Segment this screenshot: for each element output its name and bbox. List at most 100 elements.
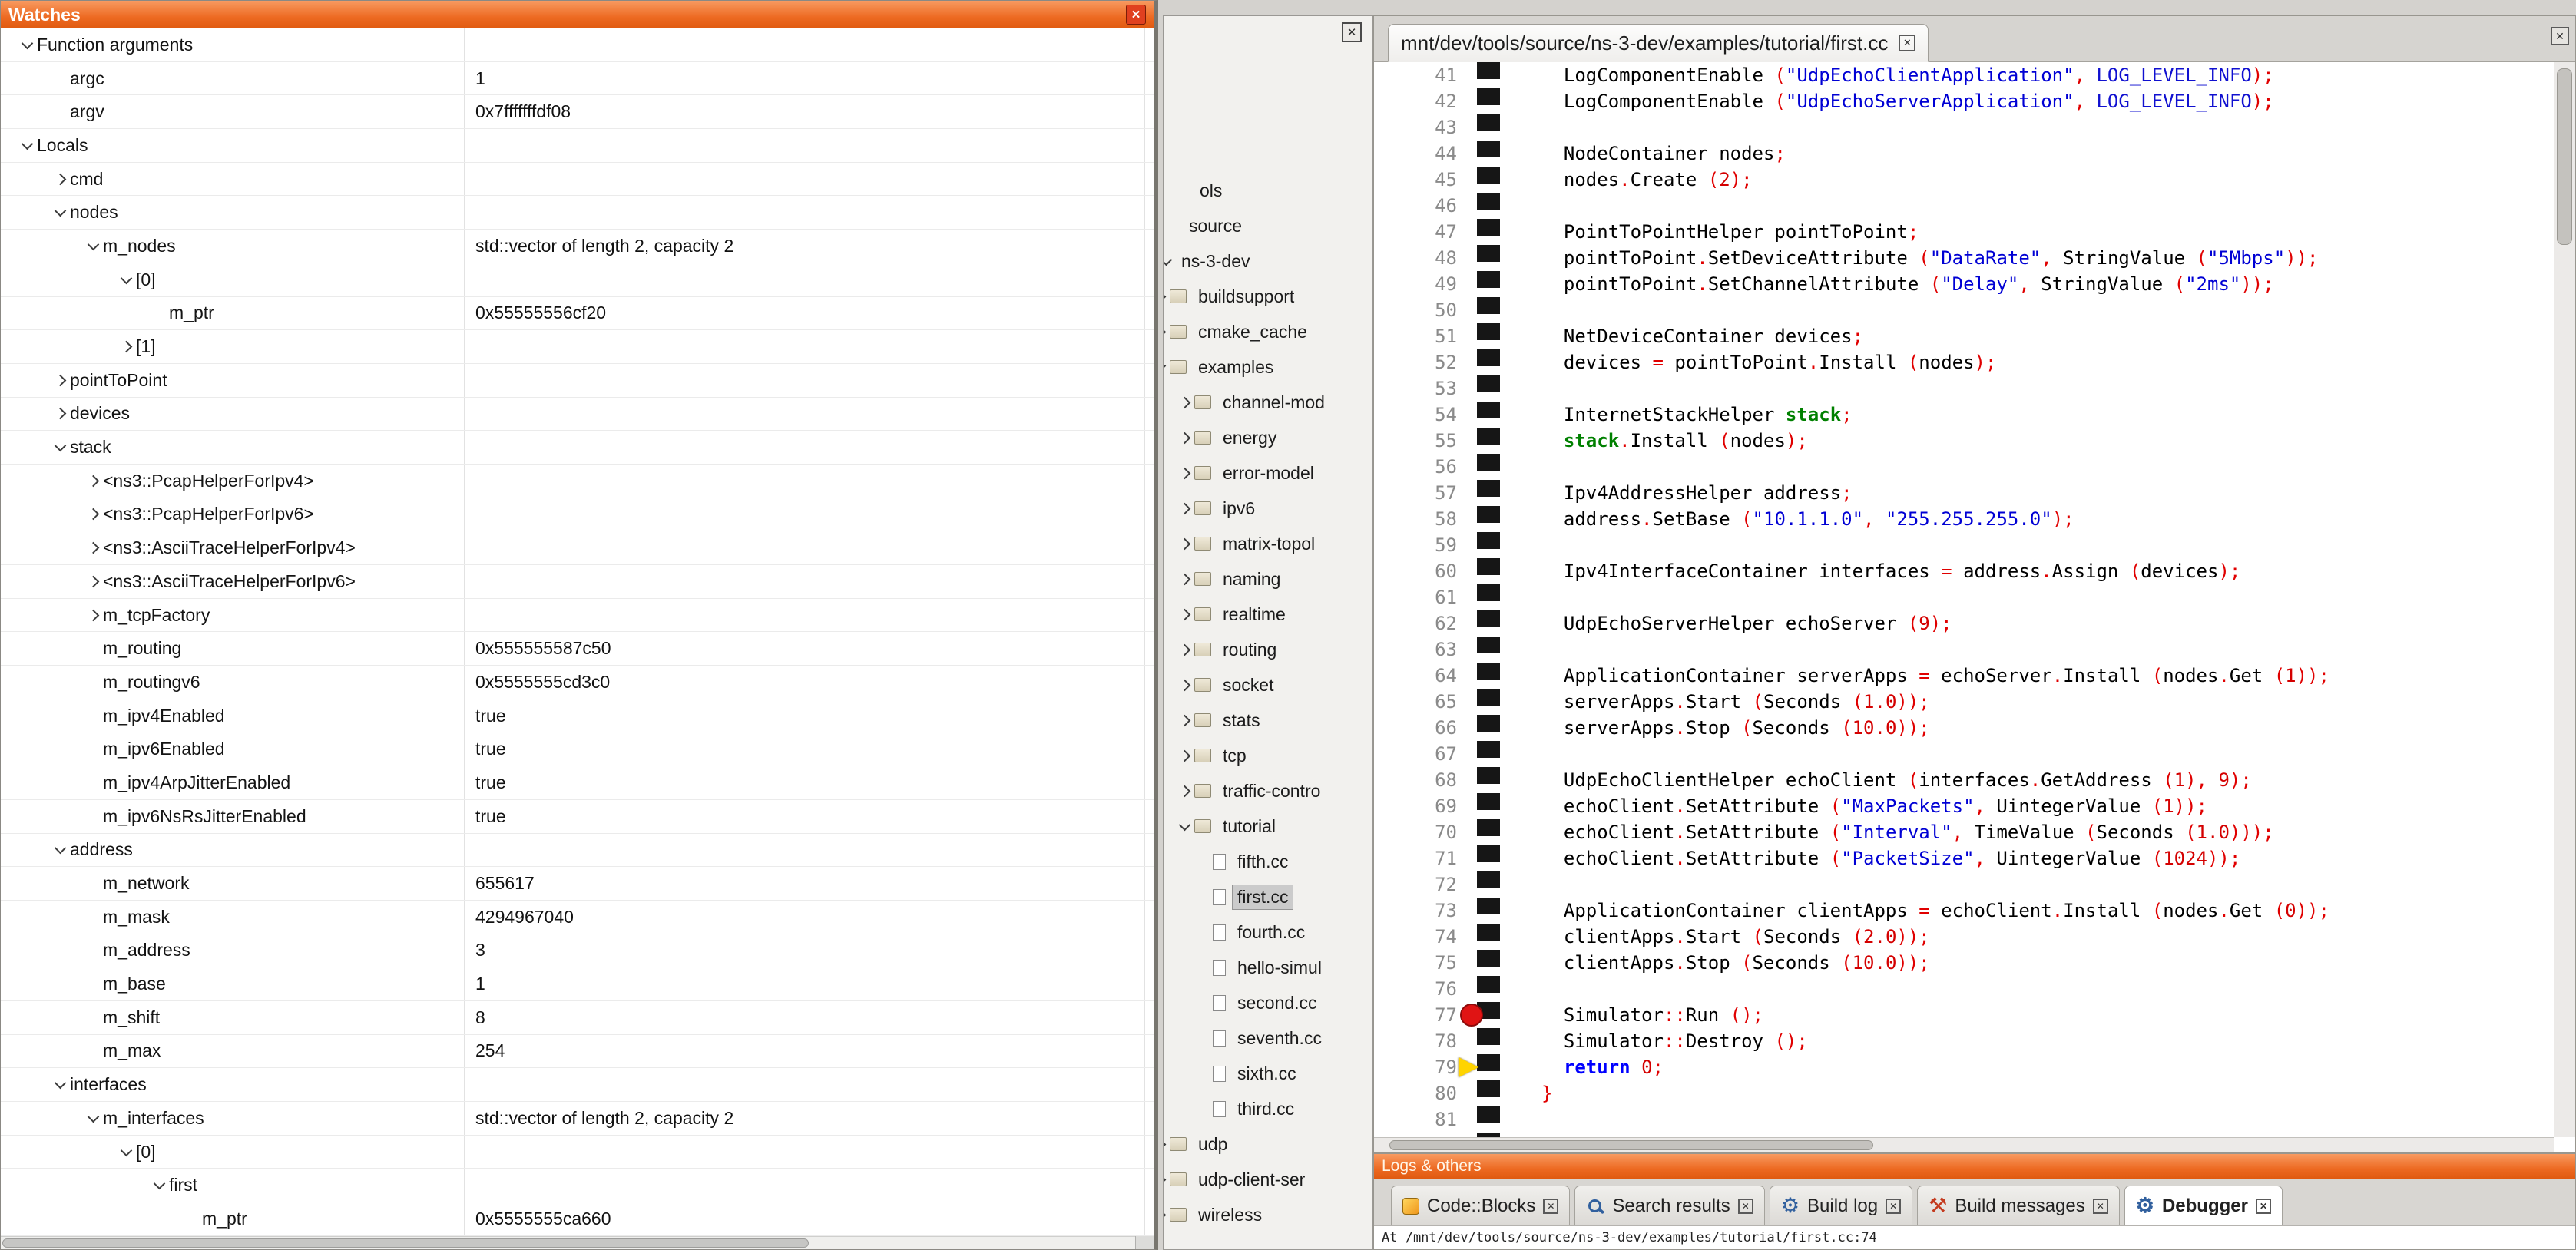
code-line[interactable]: 67 [1374, 741, 2554, 767]
chevron-right-icon[interactable] [54, 173, 66, 185]
line-number[interactable]: 81 [1374, 1106, 1477, 1133]
breakpoint-icon[interactable] [1460, 1004, 1483, 1027]
line-number[interactable]: 75 [1374, 950, 1477, 976]
code-line[interactable]: 71 echoClient.SetAttribute ("PacketSize"… [1374, 845, 2554, 871]
chevron-right-icon[interactable] [1164, 1173, 1166, 1186]
watches-close-button[interactable]: ✕ [1126, 5, 1146, 25]
code-line[interactable]: 45 nodes.Create (2); [1374, 167, 2554, 193]
tree-item[interactable]: tcp [1174, 738, 1372, 773]
chevron-down-icon[interactable] [87, 1111, 99, 1123]
watch-row[interactable]: m_ipv6Enabledtrue [1, 732, 1154, 766]
code-line[interactable]: 77 Simulator::Run (); [1374, 1002, 2554, 1028]
tab-close-icon[interactable]: ✕ [1886, 1199, 1901, 1214]
chevron-right-icon[interactable] [87, 542, 99, 554]
line-number[interactable]: 70 [1374, 819, 1477, 845]
code-line[interactable]: 41 LogComponentEnable ("UdpEchoClientApp… [1374, 62, 2554, 88]
line-number[interactable]: 80 [1374, 1080, 1477, 1106]
tree-item[interactable]: fifth.cc [1213, 844, 1372, 879]
tree-item[interactable]: error-model [1174, 455, 1372, 491]
watch-row[interactable]: m_ptr0x5555555ca660 [1, 1202, 1154, 1236]
code-line[interactable]: 78 Simulator::Destroy (); [1374, 1028, 2554, 1054]
watch-row[interactable]: devices [1, 398, 1154, 432]
code-line[interactable]: 66 serverApps.Stop (Seconds (10.0)); [1374, 715, 2554, 741]
chevron-down-icon[interactable] [87, 239, 99, 251]
watch-row[interactable]: m_ipv4ArpJitterEnabledtrue [1, 766, 1154, 800]
tab-close-icon[interactable]: ✕ [2256, 1199, 2271, 1214]
code-line[interactable]: 52 devices = pointToPoint.Install (nodes… [1374, 349, 2554, 375]
code-line[interactable]: 79 return 0; [1374, 1054, 2554, 1080]
watch-row[interactable]: m_shift8 [1, 1001, 1154, 1035]
watch-row[interactable]: m_mask4294967040 [1, 901, 1154, 934]
watch-row[interactable]: nodes [1, 196, 1154, 230]
watch-row[interactable]: Locals [1, 129, 1154, 163]
code-line[interactable]: 47 PointToPointHelper pointToPoint; [1374, 219, 2554, 245]
line-number[interactable]: 67 [1374, 741, 1477, 767]
code-line[interactable]: 63 [1374, 637, 2554, 663]
chevron-right-icon[interactable] [1178, 432, 1190, 444]
watch-row[interactable]: cmd [1, 163, 1154, 197]
watch-row[interactable]: <ns3::AsciiTraceHelperForIpv4> [1, 531, 1154, 565]
scrollbar-thumb[interactable] [1389, 1140, 1873, 1150]
line-number[interactable]: 43 [1374, 114, 1477, 141]
tree-item[interactable]: udp-client-ser [1164, 1162, 1372, 1197]
tree-item[interactable]: channel-mod [1174, 385, 1372, 420]
chevron-down-icon[interactable] [21, 138, 33, 150]
tree-item[interactable]: udp [1164, 1126, 1372, 1162]
watch-row[interactable]: <ns3::PcapHelperForIpv6> [1, 498, 1154, 532]
tab-close-icon[interactable]: ✕ [1899, 35, 1915, 51]
chevron-right-icon[interactable] [1178, 537, 1190, 550]
tree-item[interactable]: fourth.cc [1213, 914, 1372, 950]
line-number[interactable]: 51 [1374, 323, 1477, 349]
watch-row[interactable]: first [1, 1169, 1154, 1202]
line-number[interactable]: 54 [1374, 402, 1477, 428]
watches-titlebar[interactable]: Watches ✕ [1, 1, 1154, 28]
log-tab-debugger[interactable]: ⚙Debugger✕ [2124, 1186, 2283, 1225]
chevron-down-icon[interactable] [1178, 818, 1190, 831]
tree-item[interactable]: traffic-contro [1174, 773, 1372, 809]
watch-row[interactable]: m_ptr0x55555556cf20 [1, 297, 1154, 331]
chevron-right-icon[interactable] [1164, 326, 1166, 338]
watch-row[interactable]: Function arguments [1, 28, 1154, 62]
chevron-down-icon[interactable] [120, 272, 132, 284]
line-number[interactable]: 41 [1374, 62, 1477, 88]
chevron-down-icon[interactable] [54, 440, 66, 452]
watch-row[interactable]: m_nodesstd::vector of length 2, capacity… [1, 230, 1154, 263]
tab-close-icon[interactable]: ✕ [1543, 1199, 1558, 1214]
chevron-right-icon[interactable] [1178, 467, 1190, 479]
watch-row[interactable]: interfaces [1, 1068, 1154, 1102]
chevron-right-icon[interactable] [1164, 1209, 1166, 1221]
scrollbar-thumb[interactable] [2557, 68, 2572, 245]
tree-item[interactable]: stats [1174, 703, 1372, 738]
code-line[interactable]: 49 pointToPoint.SetChannelAttribute ("De… [1374, 271, 2554, 297]
scrollbar-thumb[interactable] [2, 1238, 809, 1248]
line-number[interactable]: 63 [1374, 637, 1477, 663]
watch-row[interactable]: [0] [1, 1136, 1154, 1169]
chevron-right-icon[interactable] [1178, 608, 1190, 620]
tree-item[interactable]: ols [1194, 173, 1372, 208]
line-number[interactable]: 78 [1374, 1028, 1477, 1054]
chevron-right-icon[interactable] [1178, 785, 1190, 797]
code-line[interactable]: 81 [1374, 1106, 2554, 1133]
watches-horizontal-scrollbar[interactable] [1, 1236, 1154, 1249]
code-line[interactable]: 73 ApplicationContainer clientApps = ech… [1374, 898, 2554, 924]
code-line[interactable]: 70 echoClient.SetAttribute ("Interval", … [1374, 819, 2554, 845]
line-number[interactable]: 56 [1374, 454, 1477, 480]
log-tab-build-log[interactable]: ⚙Build log✕ [1770, 1186, 1912, 1225]
watch-row[interactable]: m_network655617 [1, 867, 1154, 901]
code-line[interactable]: 44 NodeContainer nodes; [1374, 141, 2554, 167]
code-line[interactable]: 74 clientApps.Start (Seconds (2.0)); [1374, 924, 2554, 950]
chevron-right-icon[interactable] [1164, 1138, 1166, 1150]
tree-item[interactable]: realtime [1174, 597, 1372, 632]
line-number[interactable]: 49 [1374, 271, 1477, 297]
tree-item[interactable]: buildsupport [1164, 279, 1372, 314]
code-line[interactable]: 42 LogComponentEnable ("UdpEchoServerApp… [1374, 88, 2554, 114]
code-line[interactable]: 65 serverApps.Start (Seconds (1.0)); [1374, 689, 2554, 715]
chevron-right-icon[interactable] [1178, 679, 1190, 691]
line-number[interactable]: 66 [1374, 715, 1477, 741]
line-number[interactable]: 45 [1374, 167, 1477, 193]
code-line[interactable]: 50 [1374, 297, 2554, 323]
tree-item[interactable]: ns-3-dev [1164, 243, 1372, 279]
line-number[interactable]: 58 [1374, 506, 1477, 532]
code-line[interactable]: 69 echoClient.SetAttribute ("MaxPackets"… [1374, 793, 2554, 819]
line-number[interactable]: 61 [1374, 584, 1477, 610]
